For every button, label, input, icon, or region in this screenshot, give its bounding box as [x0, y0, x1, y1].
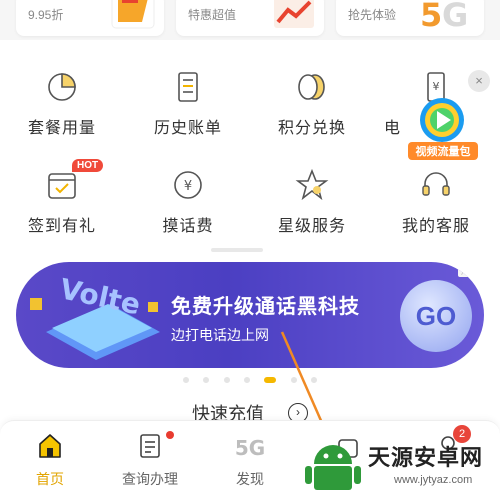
- grid-item-bill-history[interactable]: 历史账单: [140, 70, 236, 138]
- nav-5g-text: 5G: [235, 436, 265, 460]
- star-icon: [295, 168, 329, 201]
- nav-label: 发现: [236, 471, 264, 487]
- pagination-dot: [244, 377, 250, 383]
- banner-title: 免费升级通话黑科技: [171, 296, 360, 318]
- svg-text:5: 5: [420, 0, 442, 32]
- home-icon: [39, 434, 61, 458]
- nav-label: 首页: [36, 471, 64, 487]
- site-watermark: 天源安卓网 www.jytyaz.com: [298, 432, 500, 500]
- bill-icon: [178, 72, 198, 102]
- floating-label: 视频流量包: [416, 144, 471, 158]
- video-data-pack-float[interactable]: 视频流量包: [406, 96, 480, 162]
- calendar-check-icon: [48, 173, 76, 199]
- grid-label: 签到有礼: [27, 218, 96, 235]
- promo-card-5g[interactable]: 抢先体验 5 G: [336, 0, 484, 36]
- grid-label: 历史账单: [153, 120, 222, 137]
- grid-label: 套餐用量: [27, 120, 96, 137]
- promo-card-text: 抢先体验: [348, 8, 397, 22]
- nav-label: 查询办理: [122, 471, 178, 487]
- go-button[interactable]: GO: [400, 280, 472, 352]
- promo-card-discount[interactable]: 9.95折: [16, 0, 164, 36]
- grid-item-points[interactable]: 积分兑换: [264, 70, 360, 138]
- grid-item-checkin[interactable]: HOT 签到有礼: [14, 159, 110, 236]
- promo-card-text: 特惠超值: [188, 8, 237, 22]
- page-indicator: [211, 248, 263, 252]
- floating-close-button[interactable]: ×: [468, 70, 490, 92]
- nav-home[interactable]: 首页: [10, 431, 90, 489]
- nav-discover[interactable]: 5G 发现: [210, 431, 290, 489]
- pagination-dot: [223, 377, 230, 383]
- grid-item-star-service[interactable]: 星级服务: [264, 168, 360, 236]
- video-play-icon: 视频流量包: [408, 98, 478, 160]
- ad-tag: 广告: [457, 264, 482, 277]
- promo-card-text: 9.95折: [28, 8, 64, 22]
- document-icon: [140, 434, 160, 458]
- grid-label: 星级服务: [277, 218, 346, 235]
- hot-badge: HOT: [72, 159, 104, 172]
- volte-phone-illustration: Volte: [30, 272, 160, 360]
- banner-subtitle: 边打电话边上网: [171, 327, 269, 343]
- trend-chart-icon: [274, 0, 314, 28]
- grid-label: 摸话费: [162, 218, 214, 235]
- grid-item-plan-usage[interactable]: 套餐用量: [14, 70, 110, 138]
- pie-chart-icon: [48, 73, 76, 101]
- android-logo-icon: [305, 445, 361, 490]
- card-art-icon: [111, 0, 155, 29]
- banner-pagination: [0, 370, 500, 388]
- watermark-url: www.jytyaz.com: [394, 474, 473, 486]
- promo-card-value[interactable]: 特惠超值: [176, 0, 324, 36]
- pagination-dot: [182, 377, 189, 383]
- pagination-dot-active: [264, 377, 277, 383]
- coins-icon: [298, 74, 325, 100]
- grid-item-customer-service[interactable]: 我的客服: [388, 168, 484, 236]
- grid-label: 积分兑换: [277, 120, 346, 137]
- volte-banner[interactable]: Volte 免费升级通话黑科技 边打电话边上网 GO 广告: [16, 262, 484, 368]
- 5g-logo-icon: 5 G: [420, 0, 468, 32]
- notification-dot: [166, 431, 174, 439]
- svg-text:¥: ¥: [184, 179, 192, 194]
- yuan-circle-icon: ¥: [174, 171, 202, 199]
- grid-label: 我的客服: [401, 218, 470, 235]
- watermark-title: 天源安卓网: [368, 445, 484, 470]
- 5g-icon: 5G: [235, 436, 265, 460]
- headset-icon: [422, 172, 450, 196]
- svg-text:G: G: [442, 0, 468, 32]
- grid-item-lucky-credit[interactable]: ¥ 摸话费: [140, 168, 236, 236]
- nav-query[interactable]: 查询办理: [110, 431, 190, 489]
- svg-text:¥: ¥: [433, 80, 440, 93]
- pagination-dot: [203, 377, 210, 383]
- promo-strip: 9.95折 特惠超值 抢先体验 5 G: [0, 0, 500, 40]
